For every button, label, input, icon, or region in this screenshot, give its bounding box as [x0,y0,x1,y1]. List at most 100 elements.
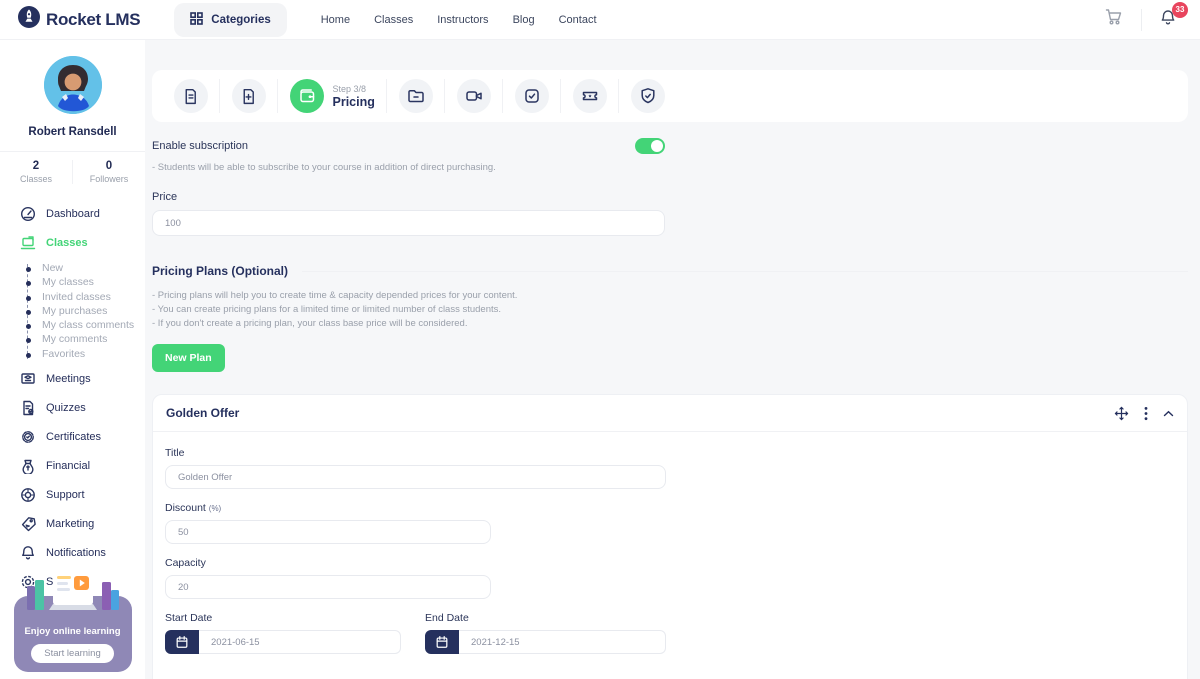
check-square-icon [515,79,549,113]
classes-submenu: New My classes Invited classes My purcha… [27,264,145,359]
user-stats: 2 Classes 0 Followers [0,151,145,193]
calendar-icon[interactable] [425,630,459,654]
support-icon [20,487,36,503]
navbar-divider [1141,9,1142,31]
plan-title-input[interactable] [165,465,666,489]
active-step-name: Pricing [333,95,375,109]
step-progress-label: Step 3/8 [333,84,375,94]
end-date-group [425,630,666,654]
file-plus-icon [232,79,266,113]
banner-text: Enjoy online learning [20,626,126,637]
video-camera-icon [457,79,491,113]
sidebar-item-classes[interactable]: Classes [20,235,145,251]
enable-subscription-toggle[interactable] [635,138,665,154]
sidebar: Robert Ransdell 2 Classes 0 Followers Da… [0,40,145,679]
start-date-label: Start Date [165,612,401,624]
price-label: Price [152,191,1188,203]
main-content: Step 3/8 Pricing Enable subscription [145,40,1200,679]
step-3-pricing[interactable]: Step 3/8 Pricing [277,79,386,113]
start-date-input[interactable] [199,630,401,654]
cart-icon[interactable] [1105,8,1123,31]
submenu-item-my-comments[interactable]: My comments [42,335,145,345]
sidebar-item-meetings[interactable]: Meetings [20,371,145,387]
step-4-content[interactable] [386,79,444,113]
move-icon[interactable] [1114,406,1129,421]
step-2-extra-information[interactable] [219,79,277,113]
sidebar-item-quizzes[interactable]: Quizzes [20,400,145,416]
nav-link-instructors[interactable]: Instructors [437,14,488,26]
nav-link-classes[interactable]: Classes [374,14,413,26]
nav-link-contact[interactable]: Contact [559,14,597,26]
submenu-item-new[interactable]: New [42,264,145,274]
step-6-requirements[interactable] [502,79,560,113]
submenu-item-favorites[interactable]: Favorites [42,350,145,360]
plan-title: Golden Offer [166,406,239,420]
sidebar-item-notifications[interactable]: Notifications [20,545,145,561]
sidebar-item-financial[interactable]: Financial [20,458,145,474]
submenu-item-my-classes[interactable]: My classes [42,278,145,288]
start-learning-button[interactable]: Start learning [31,644,114,663]
subscription-hint: - Students will be able to subscribe to … [152,161,1188,175]
classes-icon [20,235,36,251]
submenu-item-my-purchases[interactable]: My purchases [42,307,145,317]
start-date-group [165,630,401,654]
file-text-icon [174,79,208,113]
submenu-item-invited-classes[interactable]: Invited classes [42,293,145,303]
collapse-chevron-up-icon[interactable] [1163,410,1174,417]
categories-label: Categories [211,14,270,26]
calendar-icon[interactable] [165,630,199,654]
nav-links: Home Classes Instructors Blog Contact [321,14,597,26]
notification-count-badge: 33 [1172,2,1188,18]
capacity-label: Capacity [165,557,1175,569]
new-plan-button[interactable]: New Plan [152,344,225,372]
sidebar-item-certificates[interactable]: Certificates [20,429,145,445]
logo[interactable]: Rocket LMS [18,6,140,33]
avatar[interactable] [44,56,102,114]
folder-icon [399,79,433,113]
discount-input[interactable] [165,520,491,544]
ticket-icon [573,79,607,113]
plan-card-golden-offer: Golden Offer Title Discount (%) Capacity… [152,394,1188,679]
rocket-logo-icon [18,6,40,33]
step-8-publish[interactable] [618,79,676,113]
meetings-icon [20,371,36,387]
notifications-bell[interactable]: 33 [1160,9,1176,31]
marketing-icon [20,516,36,532]
quizzes-icon [20,400,36,416]
sidebar-item-marketing[interactable]: Marketing [20,516,145,532]
stat-classes: 2 Classes [0,160,73,184]
end-date-label: End Date [425,612,666,624]
pricing-plans-notes: - Pricing plans will help you to create … [152,289,1188,331]
step-7-tickets[interactable] [560,79,618,113]
grid-icon [190,12,203,28]
discount-label: Discount (%) [165,502,1175,514]
pricing-plans-heading: Pricing Plans (Optional) [152,264,1188,278]
title-label: Title [165,447,1175,459]
financial-icon [20,458,36,474]
nav-link-home[interactable]: Home [321,14,350,26]
step-1-information[interactable] [162,79,219,113]
sidebar-item-dashboard[interactable]: Dashboard [20,206,145,222]
step-5-media[interactable] [444,79,502,113]
sidebar-item-support[interactable]: Support [20,487,145,503]
capacity-input[interactable] [165,575,491,599]
nav-link-blog[interactable]: Blog [513,14,535,26]
submenu-item-my-class-comments[interactable]: My class comments [42,321,145,331]
wallet-icon [290,79,324,113]
dashboard-icon [20,206,36,222]
price-input[interactable] [152,210,665,236]
course-steps-bar: Step 3/8 Pricing [152,70,1188,122]
note-line: - If you don't create a pricing plan, yo… [152,317,1188,331]
top-navbar: Rocket LMS Categories Home Classes Instr… [0,0,1200,40]
end-date-input[interactable] [459,630,666,654]
notifications-icon [20,545,36,561]
note-line: - You can create pricing plans for a lim… [152,303,1188,317]
kebab-menu-icon[interactable] [1144,406,1148,421]
certificates-icon [20,429,36,445]
learning-illustration [21,564,125,625]
shield-check-icon [631,79,665,113]
note-line: - Pricing plans will help you to create … [152,289,1188,303]
logo-text: Rocket LMS [46,10,140,30]
user-name: Robert Ransdell [28,126,116,138]
categories-button[interactable]: Categories [174,3,286,37]
